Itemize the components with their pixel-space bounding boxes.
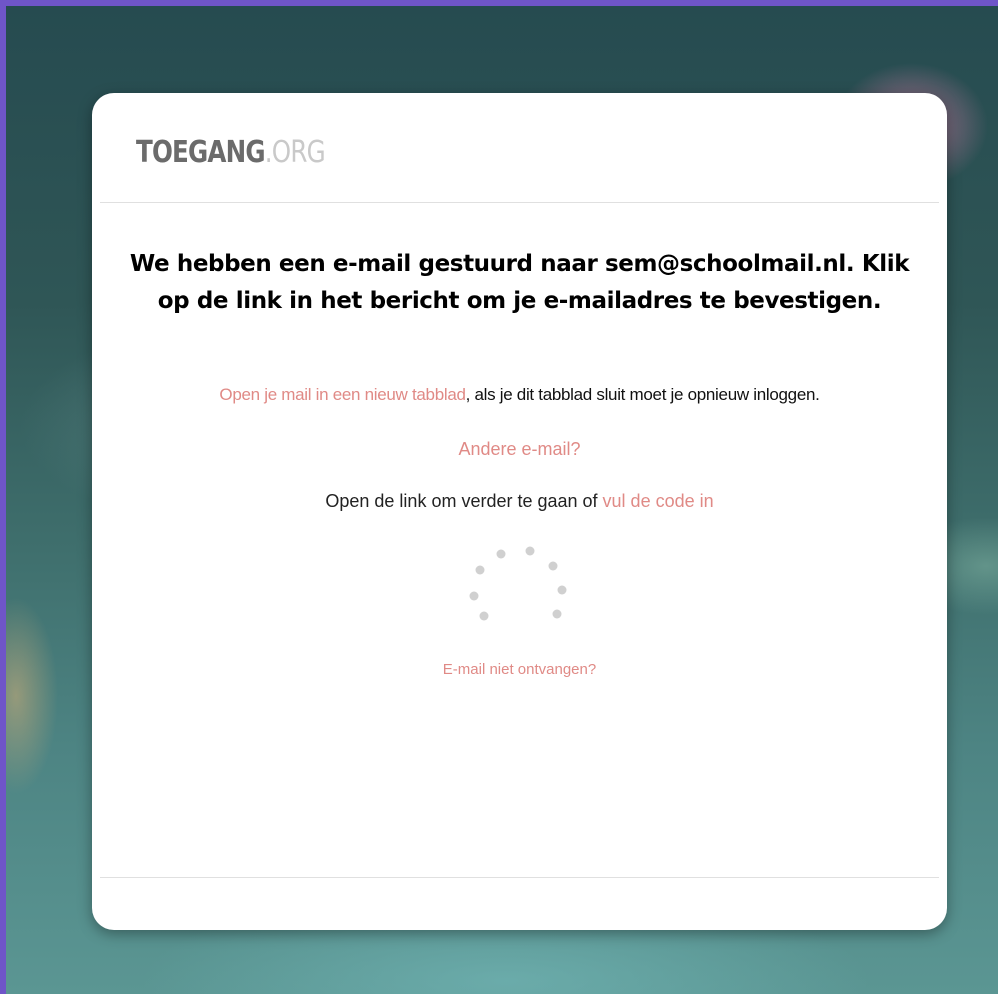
confirmation-heading: We hebben een e-mail gestuurd naar sem@s…	[129, 251, 910, 314]
email-not-received-link[interactable]: E-mail niet ontvangen?	[443, 661, 596, 678]
other-email-link[interactable]: Andere e-mail?	[458, 439, 580, 459]
other-email-row: Andere e-mail?	[92, 439, 947, 460]
footer-divider	[100, 877, 939, 878]
enter-code-link[interactable]: vul de code in	[603, 491, 714, 511]
spinner-dot	[469, 591, 479, 601]
spinner-dot	[475, 565, 485, 575]
background: TOEGANG.ORG We hebben een e-mail gestuur…	[0, 0, 998, 994]
spinner-dot	[496, 549, 506, 559]
header-divider	[100, 202, 939, 203]
spinner-dot	[525, 546, 535, 556]
continue-instructions: Open de link om verder te gaan of vul de…	[92, 491, 947, 512]
open-mail-new-tab-link[interactable]: Open je mail in een nieuw tabblad	[219, 385, 466, 404]
continue-instructions-text: Open de link om verder te gaan of	[325, 491, 603, 511]
spinner-dot	[548, 561, 558, 571]
brand-tld: .ORG	[264, 135, 326, 170]
spinner-dot	[479, 611, 489, 621]
spinner-dot	[552, 609, 562, 619]
new-tab-hint: Open je mail in een nieuw tabblad, als j…	[92, 385, 947, 405]
brand-name: TOEGANG	[136, 135, 266, 170]
new-tab-hint-text: , als je dit tabblad sluit moet je opnie…	[465, 385, 820, 404]
spinner-dot	[557, 585, 567, 595]
not-received-row: E-mail niet ontvangen?	[92, 661, 947, 678]
brand-logo: TOEGANG.ORG	[136, 135, 326, 170]
verification-card: TOEGANG.ORG We hebben een e-mail gestuur…	[92, 93, 947, 930]
